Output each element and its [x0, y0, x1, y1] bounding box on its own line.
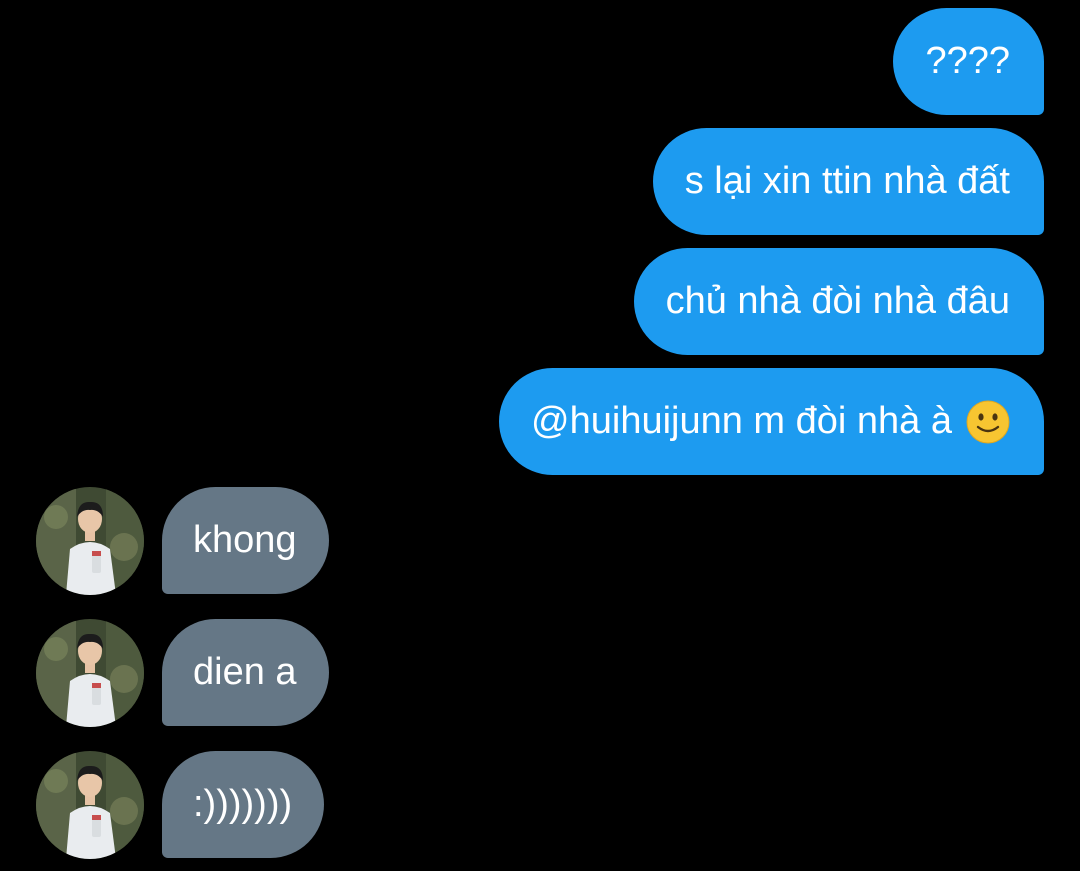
incoming-message[interactable]: dien a	[162, 619, 329, 726]
message-text: @huihuijunn m đòi nhà à	[531, 400, 952, 442]
avatar[interactable]	[36, 619, 144, 727]
outgoing-message[interactable]: @huihuijunn m đòi nhà à	[499, 368, 1044, 475]
avatar[interactable]	[36, 487, 144, 595]
message-text: khong	[193, 519, 297, 561]
user-avatar	[36, 487, 144, 595]
avatar[interactable]	[36, 751, 144, 859]
user-avatar	[36, 619, 144, 727]
message-text: ????	[925, 40, 1010, 82]
outgoing-message[interactable]: ????	[893, 8, 1044, 115]
message-text: dien a	[193, 651, 297, 693]
message-text: s lại xin ttin nhà đất	[684, 160, 1010, 202]
user-avatar	[36, 751, 144, 859]
outgoing-message[interactable]: s lại xin ttin nhà đất	[652, 128, 1044, 235]
incoming-message[interactable]: khong	[162, 487, 329, 594]
message-text: :)))))))	[193, 783, 293, 825]
incoming-message[interactable]: :)))))))	[162, 751, 325, 858]
message-text: chủ nhà đòi nhà đâu	[665, 280, 1010, 322]
slightly-smiling-face-icon	[966, 400, 1010, 443]
outgoing-message[interactable]: chủ nhà đòi nhà đâu	[633, 248, 1044, 355]
